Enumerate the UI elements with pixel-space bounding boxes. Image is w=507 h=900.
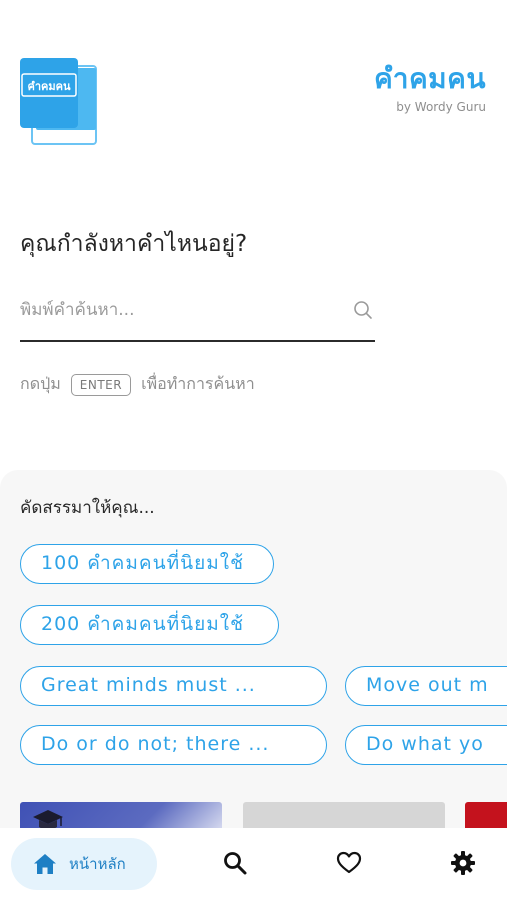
gear-icon[interactable] <box>450 850 476 876</box>
enter-key-badge: ENTER <box>70 373 132 396</box>
search-icon[interactable] <box>353 300 373 320</box>
search-icon[interactable] <box>222 850 248 876</box>
suggestion-chip[interactable]: Do or do not; there ... <box>20 725 327 765</box>
collection-card[interactable] <box>465 802 507 830</box>
hint-before: กดปุ่ม <box>20 374 61 393</box>
book-logo-icon: คำคมคน <box>20 58 97 145</box>
home-icon <box>34 854 56 874</box>
suggestion-chip[interactable]: Move out m <box>345 666 507 706</box>
logo-text: คำคมคน <box>27 80 71 93</box>
collection-card[interactable] <box>20 802 222 830</box>
suggestion-chip[interactable]: 100 คำคมคนที่นิยมใช้ <box>20 544 274 584</box>
suggestion-chip[interactable]: Great minds must ... <box>20 666 327 706</box>
app-subtitle: by Wordy Guru <box>396 100 486 114</box>
nav-home-label: หน้าหลัก <box>69 855 126 873</box>
suggestions-panel: คัดสรรมาให้คุณ... 100 คำคมคนที่นิยมใช้ 2… <box>0 470 507 830</box>
app-logo: คำคมคน <box>20 58 100 146</box>
suggestion-chip[interactable]: 200 คำคมคนที่นิยมใช้ <box>20 605 279 645</box>
graduation-cap-icon <box>33 810 63 830</box>
suggestions-title: คัดสรรมาให้คุณ... <box>20 498 155 518</box>
heart-icon[interactable] <box>336 850 362 876</box>
collection-card[interactable] <box>243 802 445 830</box>
search-input[interactable] <box>20 292 340 328</box>
search-field <box>20 292 375 342</box>
hint-after: เพื่อทำการค้นหา <box>141 374 255 393</box>
nav-home[interactable]: หน้าหลัก <box>11 838 157 890</box>
brand: คำคมคน by Wordy Guru <box>374 62 486 114</box>
search-question: คุณกำลังหาคำไหนอยู่? <box>20 231 248 257</box>
search-hint: กดปุ่ม ENTER เพื่อทำการค้นหา <box>20 372 255 397</box>
bottom-nav: หน้าหลัก <box>0 828 507 900</box>
app-title: คำคมคน <box>373 62 486 95</box>
suggestion-chip[interactable]: Do what yo <box>345 725 507 765</box>
